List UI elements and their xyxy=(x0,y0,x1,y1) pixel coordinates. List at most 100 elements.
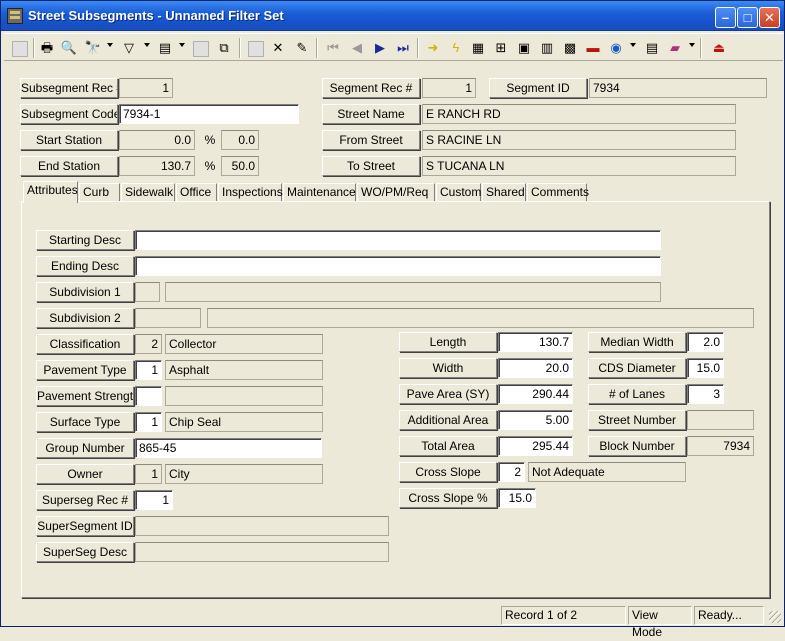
vehicle-icon[interactable]: ▬ xyxy=(582,37,604,59)
resize-grip-icon[interactable] xyxy=(769,611,781,623)
width-label: Width xyxy=(399,358,497,378)
tree-view-icon[interactable]: ▦ xyxy=(467,37,489,59)
tab-shared[interactable]: Shared xyxy=(482,183,526,202)
cds-diameter-label: CDS Diameter xyxy=(588,358,686,378)
edit-pencil-icon[interactable]: ✎ xyxy=(291,37,313,59)
width-field[interactable]: 20.0 xyxy=(498,358,573,378)
tab-maintenance[interactable]: Maintenance xyxy=(283,183,356,202)
hierarchy-icon[interactable]: ⊞ xyxy=(490,37,512,59)
maximize-button[interactable]: □ xyxy=(737,7,758,28)
find-dropdown-icon[interactable] xyxy=(107,43,113,47)
pavement-type-code-field[interactable]: 1 xyxy=(135,360,162,380)
street-name-field: E RANCH RD xyxy=(422,104,736,124)
tab-curb[interactable]: Curb xyxy=(79,183,120,202)
surface-type-code-field[interactable]: 1 xyxy=(135,412,162,432)
tab-inspections[interactable]: Inspections xyxy=(218,183,283,202)
status-record: Record 1 of 2 xyxy=(501,606,626,625)
tab-attributes[interactable]: Attributes xyxy=(23,181,78,203)
tab-office[interactable]: Office xyxy=(176,183,217,202)
from-street-field: S RACINE LN xyxy=(422,130,736,150)
median-width-label: Median Width xyxy=(588,332,686,352)
map-icon[interactable]: ▣ xyxy=(513,37,535,59)
globe-icon[interactable]: ◉ xyxy=(605,37,627,59)
close-button[interactable]: ✕ xyxy=(759,7,780,28)
minimize-button[interactable]: – xyxy=(715,7,736,28)
cross-slope-text-field: Not Adequate xyxy=(528,462,686,482)
pavement-type-text-field: Asphalt xyxy=(165,360,323,380)
cross-slope-pct-label: Cross Slope % xyxy=(399,488,497,508)
report-dropdown-icon[interactable] xyxy=(179,43,185,47)
find-icon[interactable]: 🔭 xyxy=(82,37,104,59)
subsegment-rec-field: 1 xyxy=(119,78,173,98)
supersegment-id-label: SuperSegment ID xyxy=(36,516,134,536)
save-disabled-icon xyxy=(245,37,267,59)
pavement-type-label: Pavement Type xyxy=(36,360,134,380)
print-icon[interactable]: 🖶 xyxy=(36,37,58,59)
owner-label: Owner xyxy=(36,464,134,484)
street-number-field xyxy=(687,410,754,430)
toolbar-separator xyxy=(33,38,35,58)
owner-text-field: City xyxy=(165,464,323,484)
book-icon[interactable]: ▰ xyxy=(664,37,686,59)
subdivision1-label: Subdivision 1 xyxy=(36,282,134,302)
spreadsheet-icon[interactable]: ▤ xyxy=(641,37,663,59)
next-record-icon[interactable]: ▶ xyxy=(369,37,391,59)
cross-slope-code-field[interactable]: 2 xyxy=(498,462,525,482)
tab-sidewalk[interactable]: Sidewalk xyxy=(121,183,175,202)
lightning-icon[interactable]: ϟ xyxy=(445,37,467,59)
end-station-percent-symbol: % xyxy=(204,159,216,173)
status-mode: View Mode xyxy=(628,606,692,639)
subsegment-code-field[interactable]: 7934-1 xyxy=(119,104,299,124)
tab-wo-pm-req[interactable]: WO/PM/Req xyxy=(357,183,435,202)
surface-type-label: Surface Type xyxy=(36,412,134,432)
pavement-strength-code-field[interactable] xyxy=(135,386,162,406)
goto-arrow-icon[interactable]: ➜ xyxy=(422,37,444,59)
toolbar: 🖶 🔍 🔭 ▽ ▤ ⧉ ✕ ✎ ⏮ ◀ ▶ ⏭ ➜ ϟ ▦ ⊞ ▣ ▥ ▩ ▬ … xyxy=(4,33,783,61)
supersegment-id-field xyxy=(135,516,389,536)
new-record-icon[interactable] xyxy=(9,37,31,59)
tab-comments[interactable]: Comments xyxy=(527,183,589,202)
ending-desc-label: Ending Desc xyxy=(36,256,134,276)
title-bar[interactable]: Street Subsegments - Unnamed Filter Set … xyxy=(1,1,784,31)
median-width-field[interactable]: 2.0 xyxy=(687,332,724,352)
pavement-strength-text-field xyxy=(165,386,323,406)
segment-id-field: 7934 xyxy=(589,78,767,98)
globe-dropdown-icon[interactable] xyxy=(630,43,636,47)
toolbar-separator xyxy=(700,38,702,58)
additional-area-field[interactable]: 5.00 xyxy=(498,410,573,430)
ending-desc-field[interactable] xyxy=(135,256,661,276)
start-station-percent-symbol: % xyxy=(204,133,216,147)
superseg-rec-field[interactable]: 1 xyxy=(135,490,173,510)
report-icon[interactable]: ▤ xyxy=(154,37,176,59)
toolbar-separator xyxy=(316,38,318,58)
tab-custom[interactable]: Custom xyxy=(436,183,481,202)
calculator-icon[interactable]: ▥ xyxy=(536,37,558,59)
classification-label: Classification xyxy=(36,334,134,354)
previous-record-icon: ◀ xyxy=(352,40,362,55)
street-number-label: Street Number xyxy=(588,410,686,430)
filter-icon[interactable]: ▽ xyxy=(118,37,140,59)
delete-icon[interactable]: ✕ xyxy=(267,37,289,59)
block-number-label: Block Number xyxy=(588,436,686,456)
starting-desc-field[interactable] xyxy=(135,230,661,250)
end-station-pct-field: 50.0 xyxy=(221,156,259,176)
start-station-field: 0.0 xyxy=(119,130,195,150)
lanes-field[interactable]: 3 xyxy=(687,384,724,404)
book-dropdown-icon[interactable] xyxy=(689,43,695,47)
group-number-field[interactable]: 865-45 xyxy=(135,438,322,458)
filter-dropdown-icon[interactable] xyxy=(144,43,150,47)
pave-area-field[interactable]: 290.44 xyxy=(498,384,573,404)
last-record-icon[interactable]: ⏭ xyxy=(392,37,414,59)
exit-icon[interactable]: ⏏ xyxy=(708,37,730,59)
cross-slope-pct-field[interactable]: 15.0 xyxy=(498,488,536,508)
length-field[interactable]: 130.7 xyxy=(498,332,573,352)
toolbar-separator xyxy=(239,38,241,58)
cds-diameter-field[interactable]: 15.0 xyxy=(687,358,724,378)
grid-icon[interactable]: ▩ xyxy=(559,37,581,59)
duplicate-icon[interactable]: ⧉ xyxy=(213,37,235,59)
to-street-label: To Street xyxy=(322,156,420,176)
print-preview-icon[interactable]: 🔍 xyxy=(58,37,80,59)
end-station-field: 130.7 xyxy=(119,156,195,176)
classification-code-field: 2 xyxy=(135,334,162,354)
total-area-field[interactable]: 295.44 xyxy=(498,436,573,456)
